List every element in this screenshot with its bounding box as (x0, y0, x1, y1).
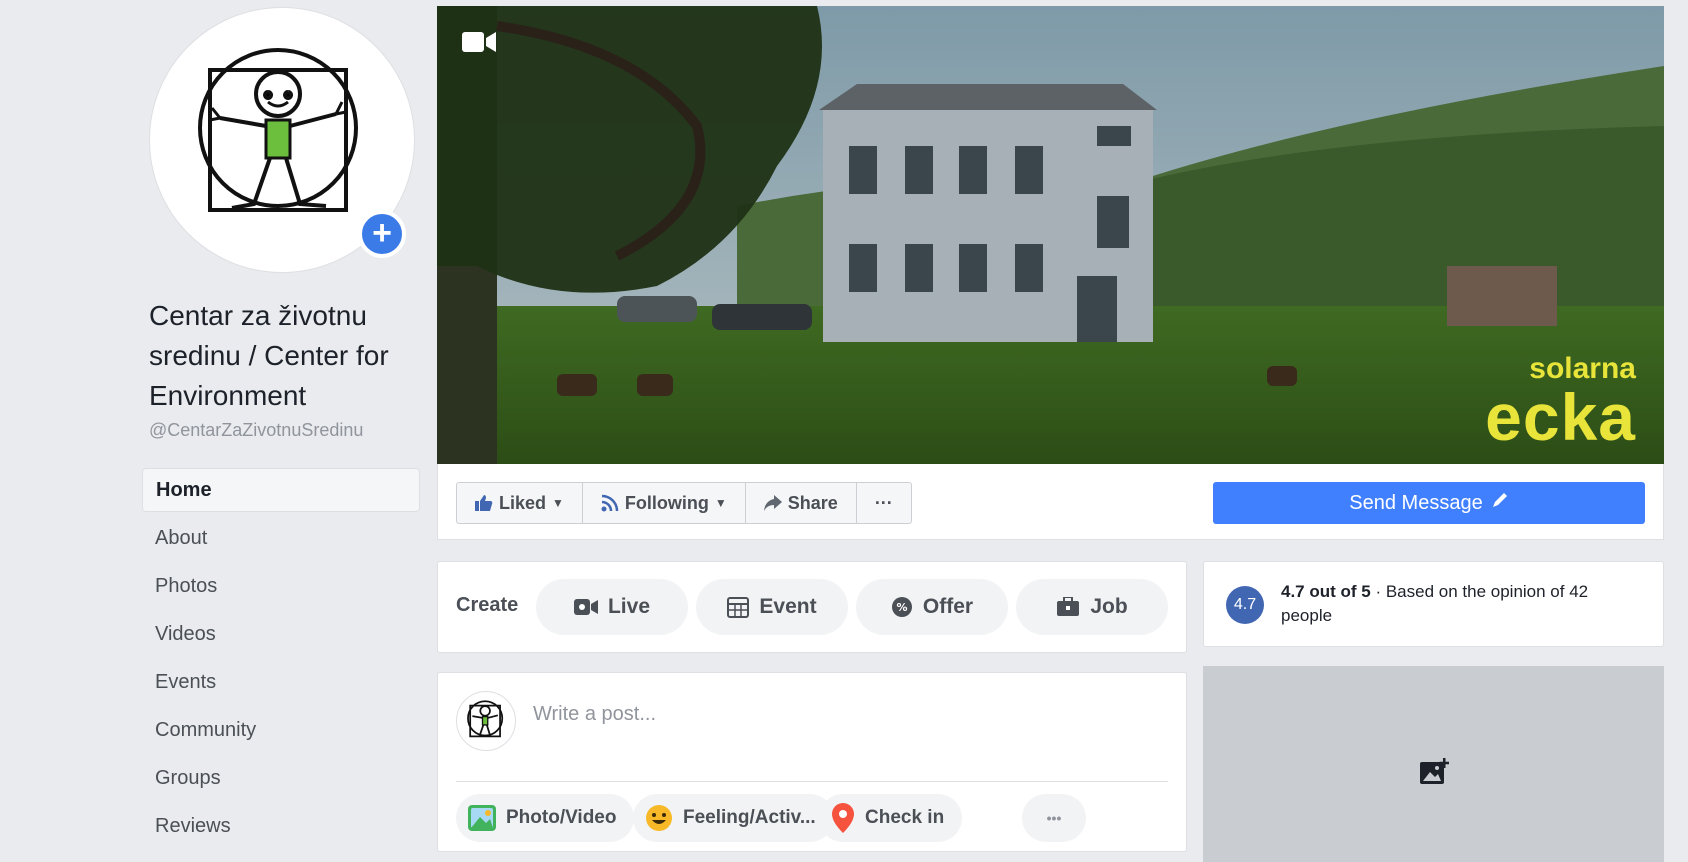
page-action-bar: Liked ▼ Following ▼ Share ··· Send Messa… (437, 464, 1664, 540)
cover-brand-logo: solarna ecka (1485, 354, 1636, 454)
cover-photo[interactable]: solarna ecka (437, 6, 1664, 464)
page-handle[interactable]: @CentarZaZivotnuSredinu (149, 420, 363, 441)
divider (456, 781, 1168, 782)
avatar (456, 691, 516, 751)
add-image-icon (1420, 758, 1450, 791)
live-label: Live (607, 595, 651, 618)
share-button[interactable]: Share (746, 483, 857, 523)
nav-item-about[interactable]: About (142, 516, 420, 560)
thumbs-up-icon (475, 494, 493, 512)
nav-item-reviews[interactable]: Reviews (142, 804, 420, 848)
rating-card[interactable]: 4.7 4.7 out of 5 · Based on the opinion … (1203, 561, 1664, 647)
write-post-input[interactable]: Write a post... (533, 703, 656, 726)
create-job-button[interactable]: Job (1016, 579, 1168, 635)
nav-item-home[interactable]: Home (142, 468, 420, 512)
create-label: Create (456, 594, 519, 616)
logo-drawing-icon (467, 700, 504, 738)
calendar-icon (727, 596, 750, 618)
create-offer-button[interactable]: % Offer (856, 579, 1008, 635)
rating-summary: 4.7 out of 5 · Based on the opinion of 4… (1281, 580, 1641, 628)
page-title: Centar za životnu sredinu / Center for E… (149, 300, 389, 411)
more-dots-label: ••• (1046, 810, 1062, 826)
liked-label: Liked (499, 492, 547, 513)
create-card: Create Live Event % Offer Job (437, 561, 1187, 653)
offer-label: Offer (922, 595, 974, 618)
more-options-button[interactable]: ··· (857, 483, 911, 523)
following-button[interactable]: Following ▼ (583, 483, 746, 523)
rss-icon (601, 494, 619, 512)
following-label: Following (624, 492, 709, 513)
job-label: Job (1090, 595, 1128, 618)
feeling-activity-button[interactable]: Feeling/Activ... (633, 794, 834, 842)
nav-item-events[interactable]: Events (142, 660, 420, 704)
svg-text:%: % (896, 601, 907, 614)
page-nav: Home About Photos Videos Events Communit… (142, 468, 420, 852)
feeling-label: Feeling/Activ... (683, 807, 816, 828)
offer-badge-icon: % (891, 596, 913, 618)
location-pin-icon (831, 803, 855, 833)
event-label: Event (759, 595, 817, 618)
send-message-label: Send Message (1349, 491, 1483, 514)
add-photo-placeholder[interactable] (1203, 666, 1664, 862)
photo-video-label: Photo/Video (506, 807, 617, 828)
smiley-icon (645, 804, 673, 832)
chevron-down-icon: ▼ (714, 496, 727, 510)
chevron-down-icon: ▼ (552, 496, 564, 510)
check-in-button[interactable]: Check in (819, 794, 963, 842)
nav-item-videos[interactable]: Videos (142, 612, 420, 656)
share-label: Share (787, 492, 838, 513)
briefcase-icon (1056, 597, 1080, 617)
nav-item-groups[interactable]: Groups (142, 756, 420, 800)
add-profile-photo-button[interactable]: + (358, 210, 406, 258)
live-video-icon (573, 598, 598, 616)
rating-score: 4.7 out of 5 (1281, 582, 1371, 601)
more-post-options-button[interactable]: ••• (1022, 794, 1086, 842)
photo-icon (468, 805, 496, 831)
left-column: + Centar za životnu sredinu / Center for… (0, 0, 430, 862)
photo-video-button[interactable]: Photo/Video (456, 794, 635, 842)
pencil-icon (1491, 491, 1509, 515)
cover-scene-image (437, 6, 1664, 464)
create-live-button[interactable]: Live (536, 579, 688, 635)
nav-item-community[interactable]: Community (142, 708, 420, 752)
page-actions-group: Liked ▼ Following ▼ Share ··· (456, 482, 912, 524)
share-arrow-icon (763, 495, 782, 511)
create-event-button[interactable]: Event (696, 579, 848, 635)
more-label: ··· (874, 492, 893, 513)
liked-button[interactable]: Liked ▼ (457, 483, 583, 523)
post-composer-card: Write a post... Photo/Video Feeling/Acti… (437, 672, 1187, 852)
video-camera-icon[interactable] (462, 30, 496, 54)
nav-item-photos[interactable]: Photos (142, 564, 420, 608)
rating-badge: 4.7 (1226, 586, 1264, 624)
check-in-label: Check in (865, 807, 945, 828)
send-message-button[interactable]: Send Message (1213, 482, 1645, 524)
brand-bottom-text: ecka (1485, 380, 1636, 454)
